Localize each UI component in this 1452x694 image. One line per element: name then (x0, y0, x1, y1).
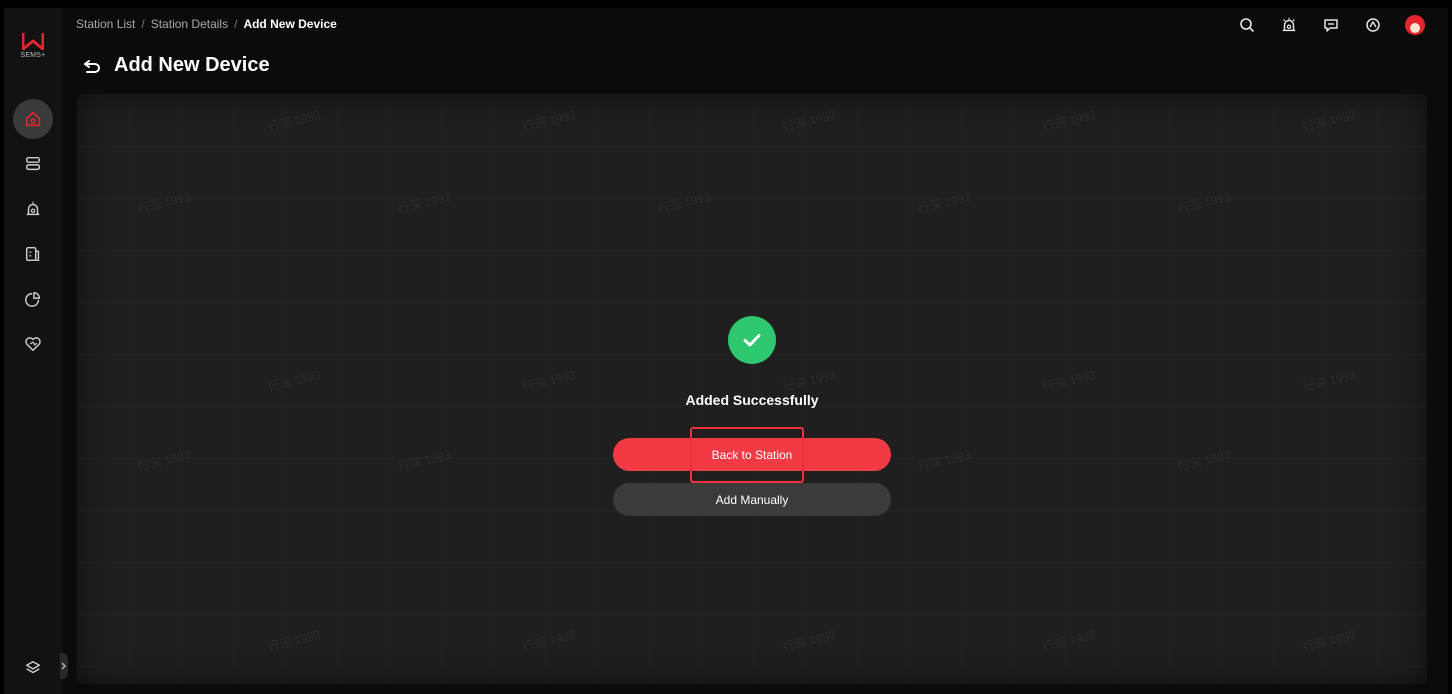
avatar (1405, 15, 1425, 35)
user-menu[interactable] (1404, 14, 1426, 36)
breadcrumb-separator: / (141, 17, 145, 31)
success-check-icon (728, 316, 776, 364)
back-to-station-button[interactable]: Back to Station (613, 438, 891, 471)
checkmark-icon (743, 334, 761, 347)
settings-button[interactable] (1362, 14, 1384, 36)
page-title: Add New Device (114, 54, 270, 76)
sidebar-item-analytics[interactable] (13, 279, 53, 319)
breadcrumb-station-list[interactable]: Station List (76, 17, 135, 31)
home-icon (25, 111, 41, 127)
breadcrumb-station-details[interactable]: Station Details (151, 17, 228, 31)
search-icon (1240, 18, 1254, 32)
app-logo[interactable]: SEMS+ (16, 32, 50, 59)
logo-icon (22, 33, 44, 50)
layers-icon (25, 660, 41, 674)
add-manually-button[interactable]: Add Manually (613, 483, 891, 516)
breadcrumb-separator: / (234, 17, 238, 31)
breadcrumb: Station List / Station Details / Add New… (76, 17, 337, 31)
settings-icon (1366, 18, 1380, 32)
sidebar-item-reports[interactable] (13, 234, 53, 274)
alarm-button[interactable] (1278, 14, 1300, 36)
alarm-icon (26, 201, 40, 216)
sidebar-layers-button[interactable] (13, 648, 53, 688)
app-frame: SEMS+ Station List / Station Details / A… (4, 8, 1448, 694)
search-button[interactable] (1236, 14, 1258, 36)
header-toolbar (1236, 14, 1426, 36)
breadcrumb-current: Add New Device (243, 17, 337, 31)
message-icon (1324, 19, 1338, 32)
sidebar-collapse-handle[interactable] (60, 653, 68, 679)
avatar-face (1410, 23, 1420, 33)
analytics-icon (25, 291, 41, 307)
sidebar-item-home[interactable] (13, 99, 53, 139)
report-icon (25, 246, 40, 262)
messages-button[interactable] (1320, 14, 1342, 36)
device-list-icon (25, 156, 41, 171)
success-block: Added Successfully Back to Station Add M… (612, 316, 892, 516)
sidebar: SEMS+ (4, 8, 62, 694)
sidebar-item-devices[interactable] (13, 144, 53, 184)
page-header: Add New Device (82, 54, 270, 77)
sidebar-item-service[interactable] (13, 324, 53, 364)
logo-subtitle: SEMS+ (20, 52, 46, 59)
alarm-icon (1282, 17, 1296, 32)
content-panel: 行深 1993 行深 1993 行深 1993 行深 1993 行深 1993 … (77, 94, 1427, 684)
back-arrow-icon[interactable] (82, 56, 102, 76)
sidebar-item-alarms[interactable] (13, 189, 53, 229)
service-icon (25, 337, 41, 352)
chevron-right-icon (61, 662, 66, 670)
success-message: Added Successfully (685, 392, 819, 408)
